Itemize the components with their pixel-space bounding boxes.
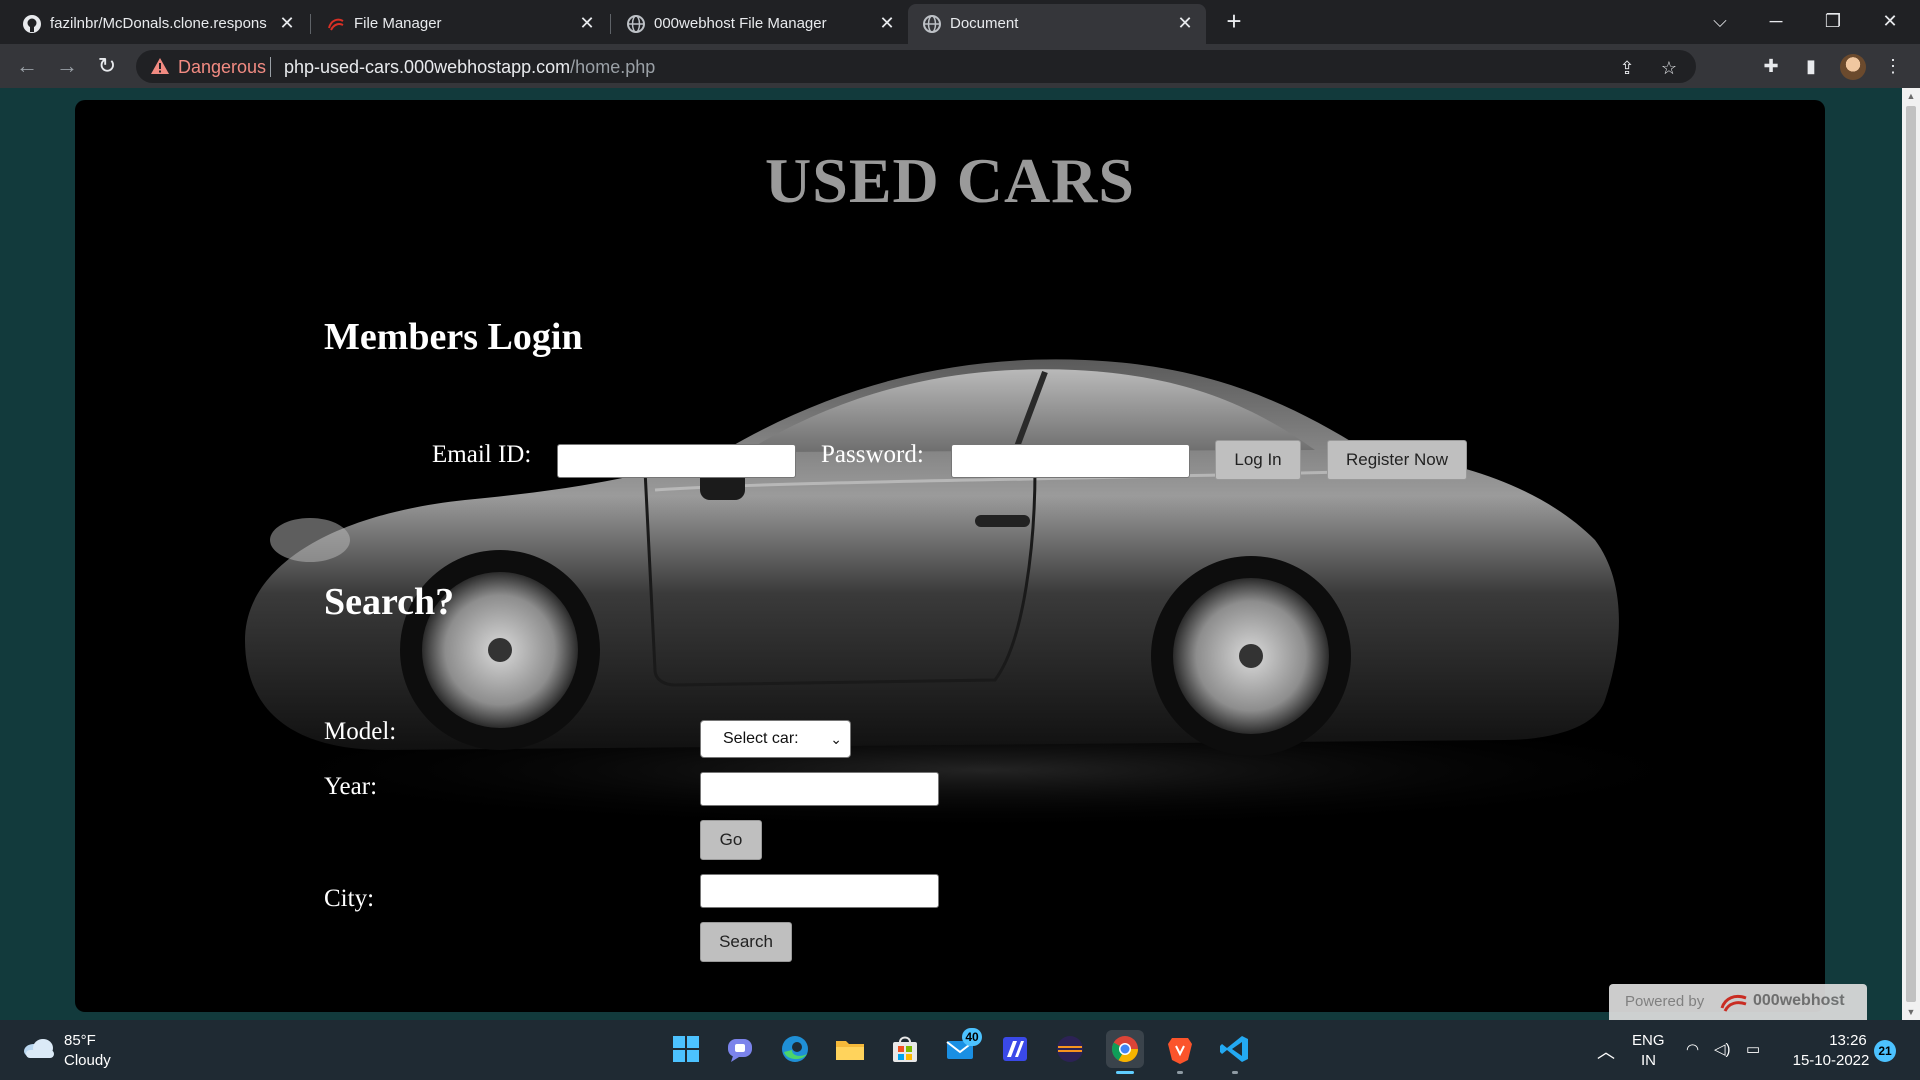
tab-title: Document bbox=[950, 15, 1019, 32]
forward-arrow-icon[interactable]: → bbox=[52, 51, 82, 81]
eclipse-icon[interactable] bbox=[1051, 1030, 1089, 1068]
menu-kebab-icon[interactable]: ⋮ bbox=[1882, 55, 1904, 77]
members-login-heading: Members Login bbox=[324, 316, 583, 358]
dev-app-icon[interactable] bbox=[996, 1030, 1034, 1068]
close-tab-icon[interactable]: ✕ bbox=[576, 12, 598, 34]
globe-icon bbox=[923, 15, 941, 33]
globe-icon bbox=[627, 15, 645, 33]
password-field[interactable] bbox=[951, 444, 1190, 478]
city-field[interactable] bbox=[700, 874, 939, 908]
close-window-icon[interactable]: ✕ bbox=[1870, 6, 1910, 36]
site-title: USED CARS bbox=[765, 145, 1135, 216]
reload-icon[interactable]: ↻ bbox=[92, 51, 122, 81]
url-host: php-used-cars.000webhostapp.com bbox=[284, 57, 571, 77]
close-tab-icon[interactable]: ✕ bbox=[276, 12, 298, 34]
security-status-label[interactable]: Dangerous bbox=[178, 57, 266, 78]
weather-temperature[interactable]: 85°F bbox=[64, 1032, 96, 1049]
email-field[interactable] bbox=[557, 444, 796, 478]
edge-icon[interactable] bbox=[776, 1030, 814, 1068]
file-explorer-icon[interactable] bbox=[831, 1030, 869, 1068]
tab-divider bbox=[310, 14, 311, 34]
restore-icon[interactable]: ❐ bbox=[1813, 6, 1853, 36]
omnibox-divider bbox=[270, 57, 271, 77]
language-primary[interactable]: ENG bbox=[1632, 1032, 1665, 1049]
extensions-puzzle-icon[interactable]: ✚ bbox=[1760, 55, 1782, 77]
show-hidden-icons-chevron-icon[interactable]: ︿ bbox=[1597, 1038, 1615, 1064]
active-app-indicator bbox=[1116, 1071, 1134, 1074]
model-select[interactable]: Select car: ⌄ bbox=[700, 720, 851, 758]
city-label: City: bbox=[324, 885, 375, 912]
chevron-down-icon: ⌄ bbox=[830, 731, 842, 747]
url-path: /home.php bbox=[570, 57, 656, 77]
search-button[interactable]: Search bbox=[700, 922, 792, 962]
windows-taskbar: 85°F Cloudy 40 ︿ ENG IN ◠ ◁) ▭ 13:26 15-… bbox=[0, 1020, 1920, 1080]
000webhost-icon bbox=[328, 18, 344, 31]
search-heading: Search? bbox=[324, 581, 455, 623]
windows-start-icon[interactable] bbox=[667, 1030, 705, 1068]
new-tab-button[interactable]: + bbox=[1220, 8, 1248, 36]
close-tab-icon[interactable]: ✕ bbox=[876, 12, 898, 34]
email-label: Email ID: bbox=[432, 441, 532, 468]
year-field[interactable] bbox=[700, 772, 939, 806]
running-app-indicator bbox=[1232, 1071, 1238, 1074]
scroll-down-arrow-icon[interactable]: ▼ bbox=[1902, 1004, 1920, 1020]
login-button[interactable]: Log In bbox=[1215, 440, 1301, 480]
scroll-up-arrow-icon[interactable]: ▲ bbox=[1902, 88, 1920, 104]
year-label: Year: bbox=[324, 773, 378, 800]
main-panel: USED CARS Members Login Email ID: Passwo… bbox=[75, 100, 1825, 1012]
model-label: Model: bbox=[324, 718, 397, 745]
github-icon bbox=[23, 15, 41, 33]
warning-triangle-icon bbox=[151, 58, 169, 74]
language-secondary[interactable]: IN bbox=[1641, 1052, 1656, 1069]
tab-title: File Manager bbox=[354, 15, 442, 32]
model-selected-value: Select car: bbox=[723, 730, 799, 747]
share-icon[interactable]: ⇪ bbox=[1616, 57, 1638, 79]
tab-000webhost-file-manager[interactable]: 000webhost File Manager ✕ bbox=[612, 4, 908, 44]
scroll-thumb[interactable] bbox=[1906, 106, 1916, 1002]
mail-badge: 40 bbox=[962, 1028, 982, 1046]
tab-github[interactable]: fazilnbr/McDonals.clone.respons ✕ bbox=[8, 4, 308, 44]
powered-by-badge[interactable]: Powered by 000webhost bbox=[1609, 984, 1867, 1020]
profile-avatar[interactable] bbox=[1840, 54, 1866, 80]
url-text[interactable]: php-used-cars.000webhostapp.com/home.php bbox=[284, 57, 655, 78]
close-tab-icon[interactable]: ✕ bbox=[1174, 12, 1196, 34]
volume-icon[interactable]: ◁) bbox=[1714, 1040, 1731, 1058]
brave-icon[interactable] bbox=[1161, 1030, 1199, 1068]
back-arrow-icon[interactable]: ← bbox=[12, 51, 42, 81]
notification-count-badge[interactable]: 21 bbox=[1874, 1040, 1896, 1062]
wifi-icon[interactable]: ◠ bbox=[1686, 1040, 1699, 1058]
battery-icon[interactable]: ▭ bbox=[1746, 1040, 1760, 1058]
browser-tab-bar: fazilnbr/McDonals.clone.respons ✕ File M… bbox=[0, 0, 1920, 44]
register-now-button[interactable]: Register Now bbox=[1327, 440, 1467, 480]
go-button[interactable]: Go bbox=[700, 820, 762, 860]
side-panel-icon[interactable]: ▮ bbox=[1800, 55, 1822, 77]
minimize-icon[interactable]: ─ bbox=[1756, 6, 1796, 36]
tab-title: fazilnbr/McDonals.clone.respons bbox=[50, 15, 267, 32]
weather-condition[interactable]: Cloudy bbox=[64, 1052, 111, 1069]
running-app-indicator bbox=[1177, 1071, 1183, 1074]
teams-chat-icon[interactable] bbox=[721, 1030, 759, 1068]
powered-by-brand: 000webhost bbox=[1753, 992, 1845, 1009]
bookmark-star-icon[interactable]: ☆ bbox=[1658, 57, 1680, 79]
000webhost-logo-icon bbox=[1720, 994, 1747, 1012]
tab-divider bbox=[610, 14, 611, 34]
tab-title: 000webhost File Manager bbox=[654, 15, 827, 32]
tab-document[interactable]: Document ✕ bbox=[908, 4, 1206, 44]
clock-date[interactable]: 15-10-2022 bbox=[1786, 1052, 1876, 1069]
address-bar[interactable]: Dangerous php-used-cars.000webhostapp.co… bbox=[136, 50, 1696, 83]
ms-store-icon[interactable] bbox=[886, 1030, 924, 1068]
powered-by-text: Powered by bbox=[1625, 993, 1705, 1010]
cloud-icon[interactable] bbox=[22, 1036, 56, 1060]
chrome-icon[interactable] bbox=[1106, 1030, 1144, 1068]
vscode-icon[interactable] bbox=[1216, 1030, 1254, 1068]
page-scrollbar[interactable]: ▲ ▼ bbox=[1902, 88, 1920, 1020]
browser-toolbar: ← → ↻ Dangerous php-used-cars.000webhost… bbox=[0, 44, 1920, 88]
tab-search-chevron-icon[interactable]: ⌵ bbox=[1700, 6, 1740, 36]
password-label: Password: bbox=[821, 441, 924, 468]
tab-file-manager[interactable]: File Manager ✕ bbox=[312, 4, 608, 44]
page-viewport: USED CARS Members Login Email ID: Passwo… bbox=[0, 88, 1902, 1020]
